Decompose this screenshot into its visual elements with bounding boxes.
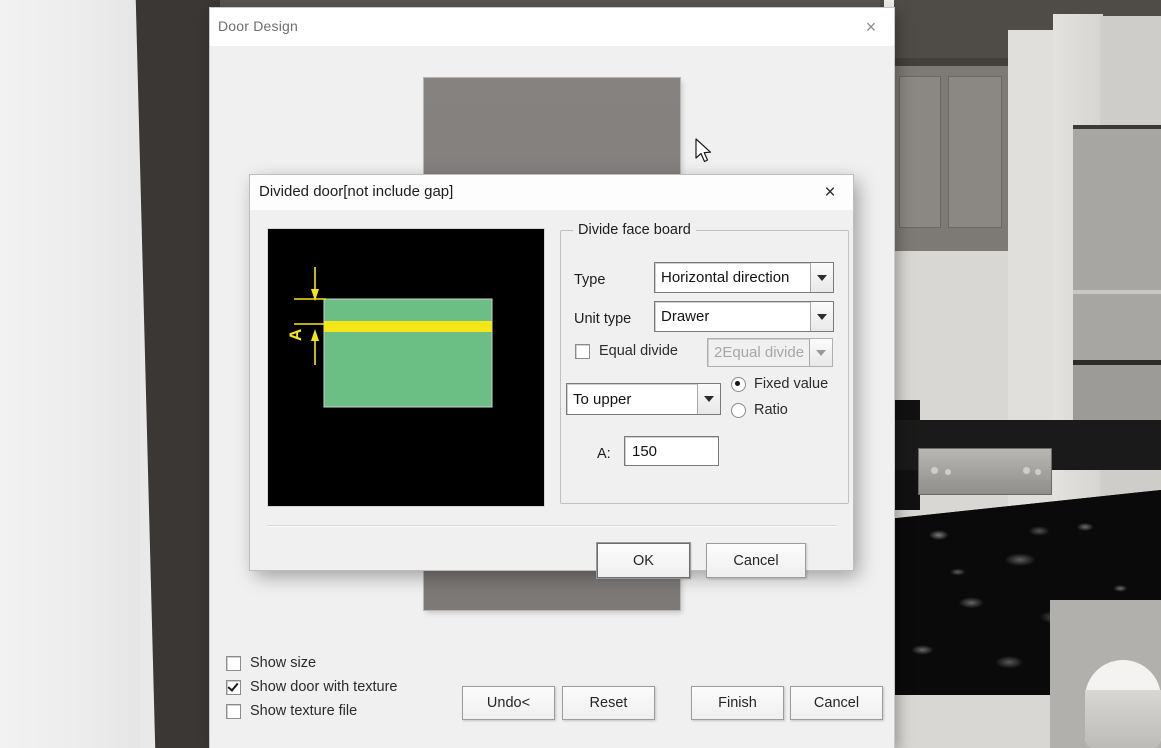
radio-dot-ratio[interactable] xyxy=(731,402,746,418)
divided-door-dialog: Divided door[not include gap] × A Divide… xyxy=(250,175,853,578)
cancel-button-inner[interactable]: Cancel xyxy=(706,543,806,578)
checkbox-box-show-door-with-texture[interactable] xyxy=(226,679,241,695)
scene-appliance-knob xyxy=(1035,469,1041,475)
type-label: Type xyxy=(574,272,606,288)
group-legend: Divide face board xyxy=(573,222,696,238)
checkbox-label-show-size: Show size xyxy=(250,655,317,671)
a-value-label: A: xyxy=(597,446,611,462)
unit-type-combo-value: Drawer xyxy=(661,308,710,325)
ok-button[interactable]: OK xyxy=(597,543,690,578)
unit-type-label: Unit type xyxy=(574,311,632,327)
checkbox-box-equal-divide[interactable] xyxy=(575,343,590,359)
close-icon[interactable]: × xyxy=(807,175,853,210)
undo-button[interactable]: Undo< xyxy=(462,686,555,720)
equal-divide-count-value: 2Equal divide xyxy=(714,344,805,361)
door-design-title: Door Design xyxy=(218,18,299,34)
equal-divide-count-combo[interactable]: 2Equal divide xyxy=(707,338,833,367)
scene-left-wall xyxy=(0,0,140,748)
reset-button[interactable]: Reset xyxy=(562,686,655,720)
scene-appliance-knob xyxy=(1023,467,1030,474)
divide-preview-diagram: A xyxy=(268,229,544,506)
divided-door-title: Divided door[not include gap] xyxy=(259,183,454,200)
radio-fixed-value[interactable]: Fixed value xyxy=(731,376,828,392)
checkbox-label-show-texture-file: Show texture file xyxy=(250,703,358,719)
divided-door-body: A Divide face board Type Horizontal dire… xyxy=(250,210,853,578)
checkbox-box-show-size[interactable] xyxy=(226,655,241,671)
door-design-titlebar[interactable]: Door Design × xyxy=(210,8,894,47)
radio-label-fixed-value: Fixed value xyxy=(754,376,829,392)
radio-label-ratio: Ratio xyxy=(754,402,788,418)
scene-appliance xyxy=(918,448,1052,495)
checkbox-equal-divide[interactable]: Equal divide xyxy=(575,343,678,359)
divider xyxy=(267,525,836,526)
cancel-button[interactable]: Cancel xyxy=(790,686,883,720)
a-value-text: 150 xyxy=(632,442,658,460)
divide-preview-canvas: A xyxy=(267,228,545,507)
chevron-down-icon[interactable] xyxy=(810,263,833,292)
checkbox-show-texture-file[interactable]: Show texture file xyxy=(226,699,486,723)
scene-stool-shadow xyxy=(1085,690,1161,748)
scene-cabinet-lower-door xyxy=(1073,360,1161,420)
checkbox-label-show-door-with-texture: Show door with texture xyxy=(250,679,398,695)
display-options-group: Show size Show door with texture Show te… xyxy=(226,651,486,723)
checkbox-show-door-with-texture[interactable]: Show door with texture xyxy=(226,675,486,699)
checkbox-box-show-texture-file[interactable] xyxy=(226,703,241,719)
radio-ratio[interactable]: Ratio xyxy=(731,402,788,418)
scene-cabinet-seam xyxy=(1073,290,1161,294)
screen: Door Design × Show size Show door with t… xyxy=(0,0,1161,748)
direction-combo-value: To upper xyxy=(573,390,632,408)
scene-appliance-knob xyxy=(945,469,951,475)
scene-upper-cabinet xyxy=(893,58,1008,251)
close-icon[interactable]: × xyxy=(848,8,894,46)
type-combo-value: Horizontal direction xyxy=(661,269,790,286)
scene-cabinet-panel xyxy=(899,76,941,228)
radio-dot-fixed-value[interactable] xyxy=(731,376,746,392)
divide-face-board-group: Divide face board Type Horizontal direct… xyxy=(560,222,849,504)
scene-cabinet-panel xyxy=(948,76,1002,228)
scene-appliance-knob xyxy=(931,467,938,474)
chevron-down-icon[interactable] xyxy=(697,384,720,414)
chevron-down-icon[interactable] xyxy=(810,302,833,331)
divided-door-titlebar[interactable]: Divided door[not include gap] × xyxy=(250,175,853,210)
dimension-label-a: A xyxy=(286,329,305,341)
direction-combo[interactable]: To upper xyxy=(566,383,721,415)
unit-type-combo[interactable]: Drawer xyxy=(654,301,834,332)
checkbox-label-equal-divide: Equal divide xyxy=(599,343,678,359)
chevron-down-icon[interactable] xyxy=(809,339,832,366)
type-combo[interactable]: Horizontal direction xyxy=(654,262,834,293)
a-value-input[interactable]: 150 xyxy=(624,436,719,466)
finish-button[interactable]: Finish xyxy=(691,686,784,720)
checkbox-show-size[interactable]: Show size xyxy=(226,651,486,675)
